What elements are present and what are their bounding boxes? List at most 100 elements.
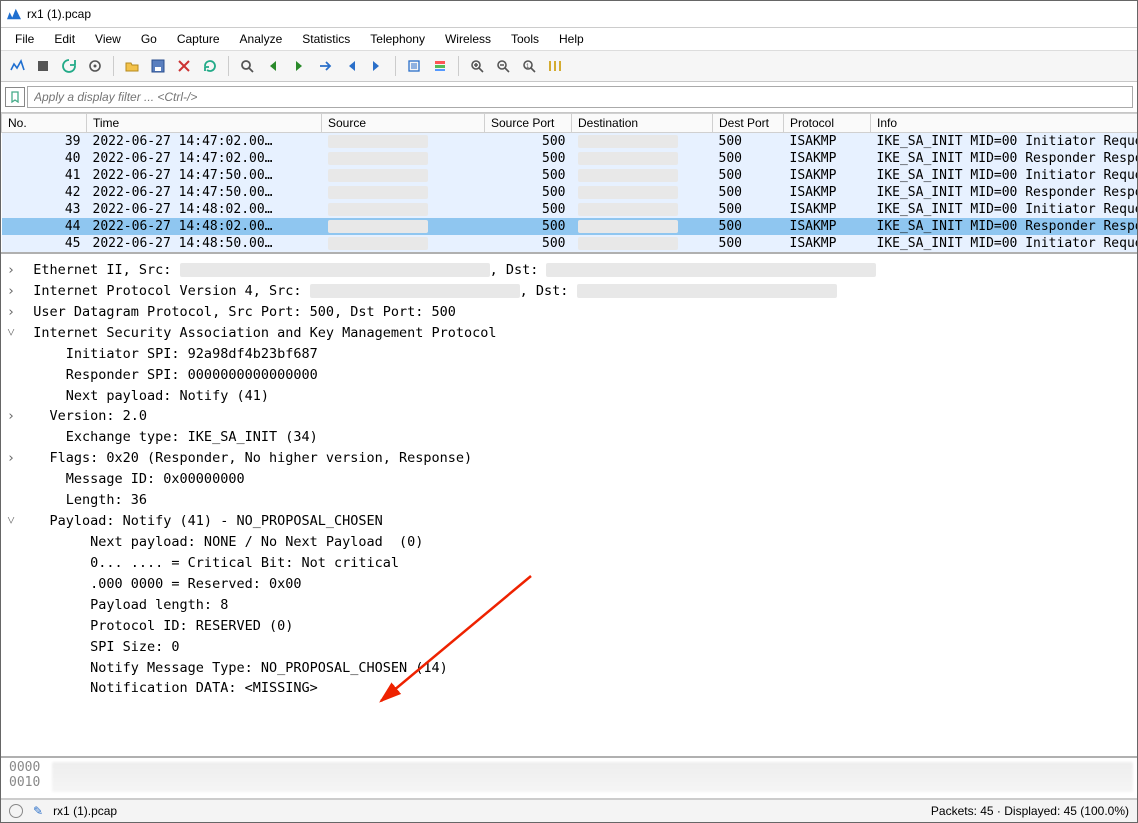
tree-row[interactable]: Next payload: NONE / No Next Payload (0) [5, 532, 1133, 553]
cell-dest [572, 201, 713, 218]
packet-row[interactable]: 412022-06-27 14:47:50.00…500500ISAKMPIKE… [2, 167, 1138, 184]
goto-button[interactable] [313, 54, 337, 78]
expert-info-icon[interactable] [9, 804, 23, 818]
col-dest[interactable]: Destination [572, 114, 713, 133]
close-button[interactable] [172, 54, 196, 78]
window-title: rx1 (1).pcap [27, 7, 91, 21]
menu-telephony[interactable]: Telephony [360, 30, 435, 48]
zoom-reset-button[interactable]: 1 [517, 54, 541, 78]
tree-row[interactable]: ˅ Payload: Notify (41) - NO_PROPOSAL_CHO… [5, 511, 1133, 532]
edit-icon[interactable]: ✎ [33, 804, 43, 818]
tree-row[interactable]: Notify Message Type: NO_PROPOSAL_CHOSEN … [5, 658, 1133, 679]
menu-analyze[interactable]: Analyze [230, 30, 293, 48]
restart-button[interactable] [57, 54, 81, 78]
cell-proto: ISAKMP [784, 218, 871, 235]
tree-row[interactable]: Exchange type: IKE_SA_INIT (34) [5, 427, 1133, 448]
cell-proto: ISAKMP [784, 184, 871, 201]
tree-row[interactable]: Protocol ID: RESERVED (0) [5, 616, 1133, 637]
col-time[interactable]: Time [87, 114, 322, 133]
tree-row[interactable]: 0... .... = Critical Bit: Not critical [5, 553, 1133, 574]
cell-dport: 500 [713, 201, 784, 218]
menu-wireless[interactable]: Wireless [435, 30, 501, 48]
packet-row[interactable]: 442022-06-27 14:48:02.00…500500ISAKMPIKE… [2, 218, 1138, 235]
col-no[interactable]: No. [2, 114, 87, 133]
tree-row[interactable]: › Ethernet II, Src: , Dst: [5, 260, 1133, 281]
cell-dest [572, 184, 713, 201]
stop-button[interactable] [31, 54, 55, 78]
tree-row[interactable]: › User Datagram Protocol, Src Port: 500,… [5, 302, 1133, 323]
menu-edit[interactable]: Edit [44, 30, 85, 48]
bookmark-filter-button[interactable] [5, 87, 25, 107]
tree-row[interactable]: SPI Size: 0 [5, 637, 1133, 658]
col-dport[interactable]: Dest Port [713, 114, 784, 133]
prev-button[interactable] [261, 54, 285, 78]
menu-go[interactable]: Go [131, 30, 167, 48]
menu-capture[interactable]: Capture [167, 30, 230, 48]
tree-row[interactable]: Notification DATA: <MISSING> [5, 678, 1133, 699]
cell-dest [572, 167, 713, 184]
cell-no: 44 [2, 218, 87, 235]
cell-proto: ISAKMP [784, 150, 871, 167]
colorize-button[interactable] [428, 54, 452, 78]
cell-info: IKE_SA_INIT MID=00 Initiator Request [871, 201, 1138, 218]
tree-row[interactable]: Payload length: 8 [5, 595, 1133, 616]
packet-row[interactable]: 392022-06-27 14:47:02.00…500500ISAKMPIKE… [2, 133, 1138, 151]
packet-row[interactable]: 432022-06-27 14:48:02.00…500500ISAKMPIKE… [2, 201, 1138, 218]
menu-tools[interactable]: Tools [501, 30, 549, 48]
cell-source [322, 167, 485, 184]
cell-source [322, 150, 485, 167]
zoom-in-button[interactable] [465, 54, 489, 78]
col-sport[interactable]: Source Port [485, 114, 572, 133]
tree-row[interactable]: Responder SPI: 0000000000000000 [5, 365, 1133, 386]
auto-scroll-button[interactable] [402, 54, 426, 78]
save-button[interactable] [146, 54, 170, 78]
tree-row[interactable]: Length: 36 [5, 490, 1133, 511]
cell-info: IKE_SA_INIT MID=00 Initiator Request [871, 167, 1138, 184]
hex-bytes-redacted [52, 762, 1133, 792]
menu-file[interactable]: File [5, 30, 44, 48]
col-proto[interactable]: Protocol [784, 114, 871, 133]
zoom-out-button[interactable] [491, 54, 515, 78]
packet-row[interactable]: 452022-06-27 14:48:50.00…500500ISAKMPIKE… [2, 235, 1138, 252]
tree-row[interactable]: › Internet Protocol Version 4, Src: , Ds… [5, 281, 1133, 302]
options-button[interactable] [83, 54, 107, 78]
packet-list-header[interactable]: No.TimeSourceSource PortDestinationDest … [2, 114, 1138, 133]
menu-view[interactable]: View [85, 30, 131, 48]
cell-dport: 500 [713, 133, 784, 151]
tree-row[interactable]: Message ID: 0x00000000 [5, 469, 1133, 490]
menu-help[interactable]: Help [549, 30, 594, 48]
cell-sport: 500 [485, 184, 572, 201]
cell-sport: 500 [485, 133, 572, 151]
col-source[interactable]: Source [322, 114, 485, 133]
cell-dest [572, 150, 713, 167]
tree-row[interactable]: › Flags: 0x20 (Responder, No higher vers… [5, 448, 1133, 469]
last-button[interactable] [365, 54, 389, 78]
next-button[interactable] [287, 54, 311, 78]
resize-cols-button[interactable] [543, 54, 567, 78]
cell-no: 45 [2, 235, 87, 252]
packet-row[interactable]: 422022-06-27 14:47:50.00…500500ISAKMPIKE… [2, 184, 1138, 201]
cell-info: IKE_SA_INIT MID=00 Responder Response [871, 218, 1138, 235]
packet-row[interactable]: 402022-06-27 14:47:02.00…500500ISAKMPIKE… [2, 150, 1138, 167]
packet-list-pane[interactable]: No.TimeSourceSource PortDestinationDest … [1, 113, 1137, 254]
cell-dest [572, 235, 713, 252]
packet-bytes-pane[interactable]: 00000010 [1, 758, 1137, 799]
tree-row[interactable]: ˅ Internet Security Association and Key … [5, 323, 1133, 344]
col-info[interactable]: Info [871, 114, 1138, 133]
menu-statistics[interactable]: Statistics [292, 30, 360, 48]
find-button[interactable] [235, 54, 259, 78]
packet-details-pane[interactable]: › Ethernet II, Src: , Dst: › Internet Pr… [1, 254, 1137, 758]
tree-row[interactable]: Initiator SPI: 92a98df4b23bf687 [5, 344, 1133, 365]
fin-button[interactable] [5, 54, 29, 78]
app-window: rx1 (1).pcap FileEditViewGoCaptureAnalyz… [0, 0, 1138, 823]
open-button[interactable] [120, 54, 144, 78]
cell-sport: 500 [485, 167, 572, 184]
first-button[interactable] [339, 54, 363, 78]
tree-row[interactable]: › Version: 2.0 [5, 406, 1133, 427]
tree-row[interactable]: Next payload: Notify (41) [5, 386, 1133, 407]
cell-dport: 500 [713, 218, 784, 235]
cell-source [322, 235, 485, 252]
display-filter-input[interactable] [27, 86, 1133, 108]
tree-row[interactable]: .000 0000 = Reserved: 0x00 [5, 574, 1133, 595]
reload-button[interactable] [198, 54, 222, 78]
